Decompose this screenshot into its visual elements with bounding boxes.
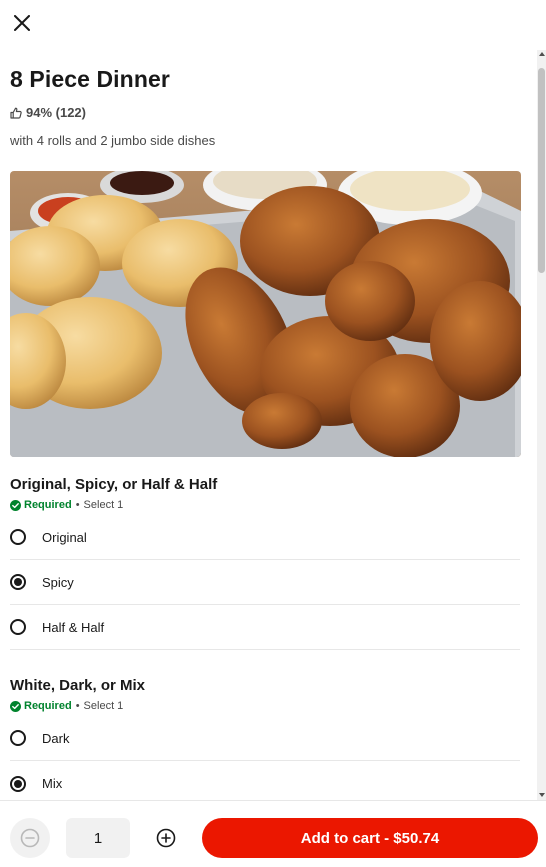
check-circle-icon	[10, 499, 21, 511]
quantity-value[interactable]: 1	[66, 818, 130, 858]
option-label: Dark	[42, 730, 70, 746]
option-group-title: White, Dark, or Mix	[10, 677, 146, 694]
scroll-up-arrow[interactable]	[539, 52, 545, 56]
minus-circle-icon	[20, 828, 40, 848]
required-row: Required • Select 1	[10, 499, 123, 511]
select-count: Select 1	[83, 700, 124, 712]
separator-dot: •	[75, 700, 80, 712]
close-icon	[14, 15, 30, 31]
radio-button[interactable]	[10, 619, 26, 635]
check-circle-icon	[10, 700, 21, 712]
increase-quantity-button[interactable]	[146, 818, 186, 858]
item-photo	[10, 171, 521, 457]
separator-dot: •	[75, 499, 80, 511]
item-rating: 94% (122)	[10, 105, 86, 120]
option-dark[interactable]: Dark	[10, 716, 520, 761]
footer-bar: 1 Add to cart - $50.74	[0, 800, 546, 867]
option-label: Mix	[42, 776, 63, 791]
thumbs-up-icon	[10, 107, 22, 119]
item-description: with 4 rolls and 2 jumbo side dishes	[10, 133, 216, 148]
required-row: Required • Select 1	[10, 700, 123, 712]
option-original[interactable]: Original	[10, 515, 520, 560]
option-spicy[interactable]: Spicy	[10, 560, 520, 605]
radio-button[interactable]	[10, 730, 26, 746]
rating-text: 94% (122)	[26, 105, 86, 120]
radio-button-selected[interactable]	[10, 574, 26, 590]
add-to-cart-button[interactable]: Add to cart - $50.74	[202, 818, 538, 858]
option-half-and-half[interactable]: Half & Half	[10, 605, 520, 650]
option-group-title: Original, Spicy, or Half & Half	[10, 476, 218, 493]
required-badge: Required	[24, 700, 72, 712]
option-label: Original	[42, 529, 87, 545]
scrollbar[interactable]	[537, 50, 546, 800]
item-title: 8 Piece Dinner	[10, 66, 170, 92]
scroll-down-arrow[interactable]	[539, 793, 545, 797]
option-label: Spicy	[42, 574, 74, 590]
option-mix[interactable]: Mix	[10, 761, 520, 800]
required-badge: Required	[24, 499, 72, 511]
radio-button[interactable]	[10, 529, 26, 545]
fried-chicken-dinner-image	[10, 171, 521, 457]
option-label: Half & Half	[42, 619, 105, 635]
radio-button-selected[interactable]	[10, 775, 26, 792]
close-button[interactable]	[8, 9, 36, 37]
decrease-quantity-button[interactable]	[10, 818, 50, 858]
scrollbar-thumb[interactable]	[538, 68, 545, 273]
item-details-scroll-area[interactable]: 8 Piece Dinner 94% (122) with 4 rolls an…	[0, 50, 546, 800]
plus-circle-icon	[156, 828, 176, 848]
select-count: Select 1	[83, 499, 124, 511]
